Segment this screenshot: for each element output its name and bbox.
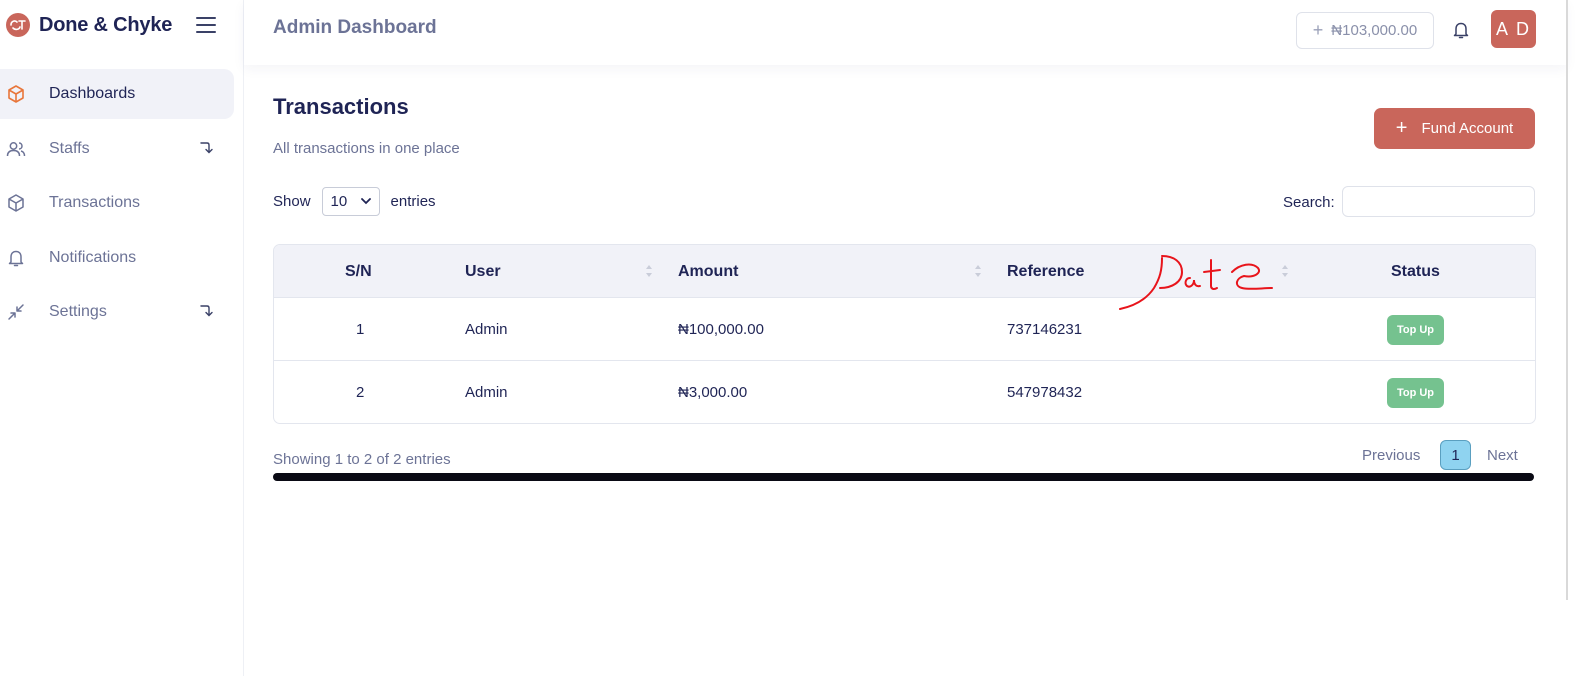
sidebar-item-notifications[interactable]: Notifications	[0, 233, 234, 283]
cell-sn: 1	[356, 321, 365, 338]
horizontal-scrollbar[interactable]	[273, 473, 1534, 481]
page-heading: Admin Dashboard	[273, 17, 437, 38]
sidebar-item-label: Staffs	[49, 139, 90, 157]
column-header-reference[interactable]: Reference	[1007, 263, 1084, 281]
sidebar: Done & Chyke Dashboards Staffs Transacti…	[0, 0, 244, 676]
pagination-page-1[interactable]: 1	[1440, 440, 1471, 470]
cell-sn: 2	[356, 384, 365, 401]
status-badge: Top Up	[1387, 378, 1444, 408]
column-header-user[interactable]: User	[465, 263, 501, 281]
sidebar-item-settings[interactable]: Settings	[0, 287, 234, 337]
balance-button[interactable]: + ₦103,000.00	[1296, 12, 1434, 49]
sidebar-item-dashboards[interactable]: Dashboards	[0, 69, 234, 119]
cell-amount: ₦100,000.00	[678, 321, 764, 338]
bell-icon[interactable]	[1451, 20, 1471, 40]
pagination-previous[interactable]: Previous	[1362, 447, 1420, 464]
cell-reference: 737146231	[1007, 321, 1083, 338]
table-info: Showing 1 to 2 of 2 entries	[273, 451, 451, 468]
sidebar-item-label: Transactions	[49, 194, 140, 211]
sidebar-item-staffs[interactable]: Staffs	[0, 124, 234, 174]
submenu-arrow-icon	[200, 305, 213, 317]
collapse-arrows-icon	[8, 304, 24, 320]
sidebar-item-transactions[interactable]: Transactions	[0, 178, 234, 228]
page-subtitle: All transactions in one place	[273, 140, 460, 157]
fund-account-button[interactable]: + Fund Account	[1374, 108, 1535, 149]
topbar: Admin Dashboard + ₦103,000.00 A D	[244, 0, 1566, 65]
entries-control: Show 10 entries	[273, 186, 436, 216]
search-label: Search:	[1283, 194, 1335, 211]
sidebar-item-label: Settings	[49, 303, 107, 320]
column-header-status[interactable]: Status	[1391, 263, 1440, 281]
cube-icon	[8, 194, 24, 212]
search-input[interactable]	[1342, 186, 1535, 217]
table-row: 1 Admin ₦100,000.00 737146231 Top Up	[274, 299, 1535, 361]
sort-icon[interactable]	[1281, 264, 1289, 278]
cell-user: Admin	[465, 321, 508, 338]
brand[interactable]: Done & Chyke	[6, 12, 172, 38]
brand-name: Done & Chyke	[39, 13, 173, 36]
show-label: Show	[273, 192, 311, 210]
entries-value: 10	[330, 192, 348, 210]
bell-icon	[8, 250, 24, 266]
sort-icon[interactable]	[974, 264, 982, 278]
pagination-next[interactable]: Next	[1487, 447, 1518, 464]
fund-account-label: Fund Account	[1421, 120, 1514, 137]
cell-user: Admin	[465, 384, 508, 401]
sort-icon[interactable]	[645, 264, 653, 278]
table-row: 2 Admin ₦3,000.00 547978432 Top Up	[274, 362, 1535, 423]
sidebar-item-label: Notifications	[49, 248, 137, 266]
cell-reference: 547978432	[1007, 384, 1083, 401]
transactions-table: S/N User Amount Reference Status 1 Admin…	[273, 244, 1536, 424]
vertical-scrollbar[interactable]	[1566, 0, 1568, 600]
entries-select[interactable]: 10	[321, 186, 380, 216]
submenu-arrow-icon	[200, 141, 213, 153]
cell-amount: ₦3,000.00	[678, 384, 748, 401]
table-header: S/N User Amount Reference Status	[274, 245, 1535, 298]
avatar[interactable]: A D	[1491, 10, 1536, 48]
plus-icon: +	[1312, 20, 1324, 40]
chevron-down-icon	[360, 197, 371, 204]
brand-logo-icon	[6, 13, 30, 37]
sidebar-item-label: Dashboards	[49, 85, 136, 102]
menu-toggle-icon[interactable]	[196, 17, 216, 33]
entries-label: entries	[390, 192, 436, 210]
column-header-sn[interactable]: S/N	[345, 263, 372, 281]
users-icon	[6, 141, 26, 156]
status-badge: Top Up	[1387, 315, 1444, 345]
balance-amount: ₦103,000.00	[1331, 22, 1418, 39]
cube-icon	[8, 85, 24, 103]
plus-icon: +	[1395, 117, 1408, 139]
column-header-amount[interactable]: Amount	[678, 263, 738, 281]
sidebar-nav: Dashboards Staffs Transactions Notificat…	[0, 69, 234, 342]
page-title: Transactions	[273, 94, 409, 119]
